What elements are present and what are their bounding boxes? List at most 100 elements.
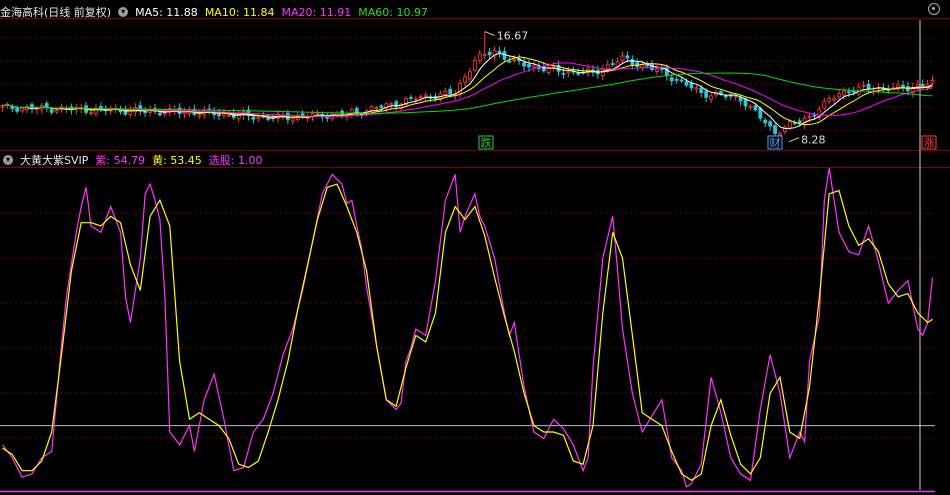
candle-body	[222, 113, 226, 116]
candle-body	[89, 112, 93, 115]
fall-marker: 跌	[481, 136, 492, 150]
candle-body	[748, 105, 753, 108]
candle-body	[256, 116, 261, 120]
candle-body	[413, 98, 418, 101]
candle-body	[773, 125, 777, 134]
candle-body	[930, 80, 935, 84]
candle-body	[669, 77, 674, 82]
indicator-header: ▾ 大黄大紫SVIP 紫: 54.79 黄: 53.45 选股: 1.00	[0, 151, 950, 169]
candle-body	[630, 59, 635, 65]
candle-body	[861, 84, 866, 87]
candle-body	[842, 90, 846, 96]
candle-body	[354, 107, 359, 113]
candle-body	[733, 95, 738, 98]
candle-body	[920, 83, 925, 87]
candle-body	[522, 62, 526, 67]
high-leader	[484, 31, 495, 37]
candle-body	[49, 109, 54, 113]
ma20-label: MA20: 11.91	[281, 5, 352, 19]
yellow-value-label: 黄: 53.45	[152, 154, 202, 167]
stock-chart[interactable]: 16.67 8.28 跌 财 涨	[0, 0, 950, 495]
select-value-label: 选股: 1.00	[208, 154, 263, 167]
candle-body	[684, 81, 689, 86]
main-chart-header: 金海高科(日线 前复权) ▾ MA5: 11.88 MA10: 11.84 MA…	[0, 3, 950, 21]
candle-body	[610, 63, 615, 65]
candle-body	[723, 95, 728, 98]
candle-body	[832, 98, 837, 101]
candle-body	[827, 98, 832, 102]
high-price-label: 16.67	[497, 30, 529, 43]
candle-body	[674, 78, 679, 81]
candle-body	[763, 119, 768, 124]
candle-body	[468, 71, 472, 80]
ma10-line	[2, 56, 933, 126]
candle-body	[443, 90, 448, 95]
candle-body	[290, 118, 295, 122]
gear-icon[interactable]	[928, 3, 940, 15]
candle-body	[655, 68, 659, 72]
candle-body	[689, 82, 694, 89]
candle-body	[477, 53, 482, 61]
candle-body	[620, 55, 625, 62]
low-leader	[788, 137, 800, 143]
candle-body	[768, 121, 773, 127]
candle-body	[418, 96, 423, 99]
ma10-label: MA10: 11.84	[204, 5, 275, 19]
candle-body	[374, 107, 379, 110]
candle-body	[797, 120, 802, 124]
candle-body	[507, 60, 512, 63]
finance-marker: 财	[770, 136, 781, 150]
candle-body	[15, 106, 20, 112]
candle-body	[379, 105, 384, 108]
candle-body	[217, 112, 221, 117]
candle-body	[625, 55, 630, 59]
candle-body	[463, 76, 467, 83]
candle-body	[226, 114, 231, 117]
candle-body	[787, 121, 792, 129]
candle-body	[576, 72, 581, 75]
candle-body	[409, 96, 413, 99]
candle-body	[423, 94, 428, 97]
ma60-label: MA60: 10.97	[358, 5, 428, 19]
candle-body	[389, 103, 394, 106]
rise-marker: 涨	[924, 137, 935, 150]
candle-body	[694, 87, 699, 90]
candle-body	[778, 133, 782, 136]
candle-body	[54, 110, 59, 113]
chevron-down-icon[interactable]: ▾	[3, 155, 13, 165]
candle-body	[251, 116, 256, 120]
candle-body	[645, 64, 650, 67]
candle-body	[158, 112, 162, 116]
candle-body	[704, 90, 709, 98]
candle-body	[487, 51, 492, 56]
candle-body	[98, 106, 103, 109]
candle-body	[512, 59, 517, 62]
candle-body	[566, 71, 571, 74]
chevron-down-icon[interactable]: ▾	[118, 7, 129, 17]
candle-body	[866, 83, 871, 90]
candle-body	[812, 114, 817, 117]
candle-body	[846, 91, 851, 94]
candle-body	[915, 84, 920, 87]
candle-body	[709, 95, 713, 100]
candle-body	[448, 88, 453, 95]
candle-body	[20, 107, 25, 112]
candle-body	[753, 105, 758, 111]
candle-body	[532, 65, 536, 68]
ma5-label: MA5: 11.88	[135, 5, 198, 19]
stock-title: 金海高科(日线 前复权)	[0, 6, 112, 19]
candle-body	[482, 53, 487, 56]
candle-body	[502, 51, 507, 60]
candle-body	[822, 100, 827, 109]
candle-body	[837, 93, 841, 98]
candle-body	[679, 79, 684, 82]
purple-value-label: 紫: 54.79	[95, 154, 146, 167]
candle-body	[807, 115, 812, 119]
low-price-label: 8.28	[801, 134, 826, 147]
candle-body	[758, 108, 763, 119]
candle-body	[118, 109, 123, 113]
candle-body	[472, 60, 477, 71]
candle-body	[182, 112, 187, 115]
candle-body	[527, 64, 531, 68]
candle-body	[266, 117, 271, 120]
